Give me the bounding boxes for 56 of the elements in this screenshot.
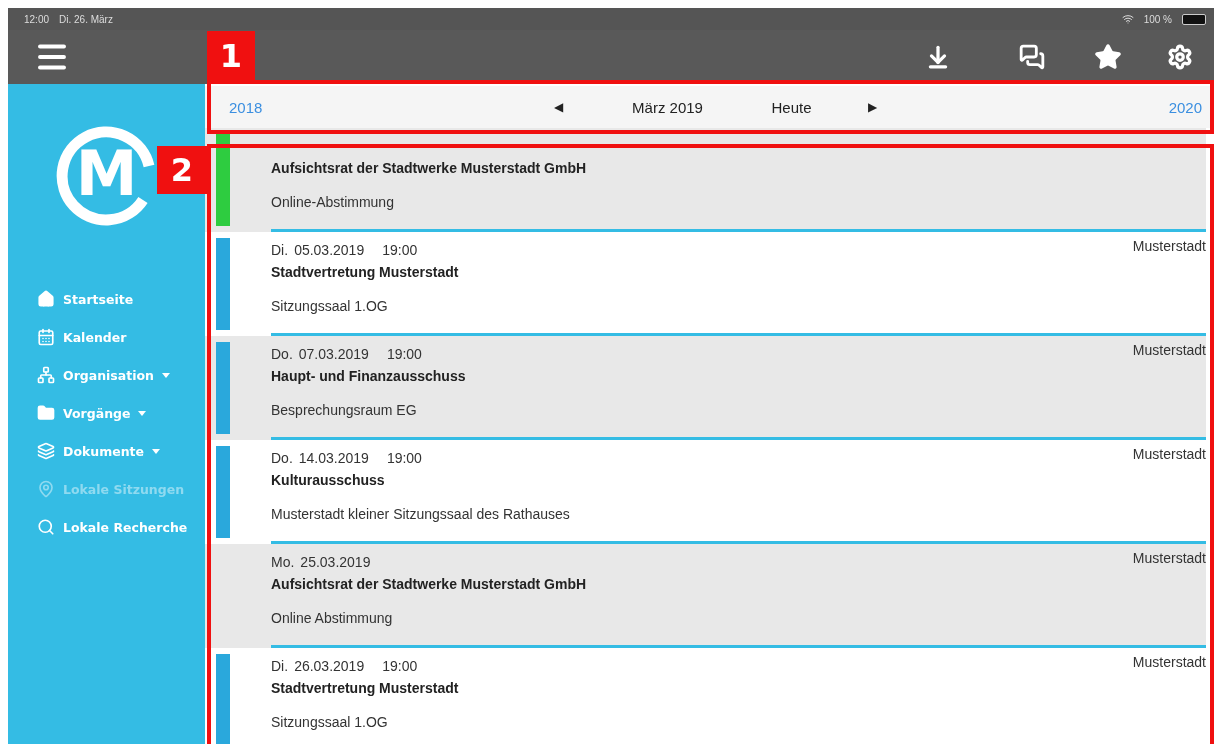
network-icon [37,366,55,384]
star-icon [1094,43,1122,71]
meeting-weekday: Do. [271,450,293,466]
meeting-row[interactable]: Aufsichtsrat der Stadtwerke Musterstadt GmbH Online-Abstimmung [205,128,1206,232]
meeting-time: 19:00 [382,658,418,674]
meeting-title: Stadtvertretung Musterstadt [271,680,460,696]
logo: M [54,122,159,226]
today-button[interactable]: Heute [767,96,816,118]
meeting-weekday: Di. [271,242,289,258]
layers-icon [37,442,55,460]
meeting-place: Musterstadt [1132,238,1206,254]
meeting-place: Musterstadt [1132,654,1206,670]
meeting-place: Musterstadt [1132,342,1206,358]
wifi-icon [1121,13,1134,25]
meeting-title: Aufsichtsrat der Stadtwerke Musterstadt GmbH [271,160,588,176]
meeting-date: 26.03.2019 [294,658,365,674]
meeting-location: Musterstadt kleiner Sitzungssaal des Rathauses [271,506,571,522]
meeting-date: 07.03.2019 [298,346,369,362]
meeting-date: 25.03.2019 [300,554,371,570]
meeting-weekday: Mo. [271,554,295,570]
meeting-location: Besprechungsraum EG [271,402,418,418]
meeting-time: 19:00 [386,450,422,466]
meeting-title: Kulturausschuss [271,472,386,488]
status-time: 12:00 [24,13,50,25]
status-date: Di. 26. März [59,13,113,25]
meeting-location: Sitzungssaal 1.OG [271,298,389,314]
search-icon [37,518,55,536]
battery-icon [1182,13,1206,25]
calendar-icon [37,328,55,346]
battery-level: 100 % [1143,13,1172,25]
meeting-location: Sitzungssaal 1.OG [271,714,389,730]
meeting-place: Musterstadt [1132,550,1206,566]
annotation-number: 2 [157,146,207,194]
meeting-weekday: Di. [271,658,289,674]
meeting-place: Musterstadt [1132,446,1206,462]
settings-icon [1167,44,1193,70]
meeting-weekday: Do. [271,346,293,362]
next-month-button[interactable]: ▶ [863,98,881,116]
meeting-row[interactable]: Mo. 25.03.2019 Aufsichtsrat der Stadtwerke Musterstadt GmbH Online Abstimmung Musterstadt [205,544,1206,648]
annotation-number: 1 [207,31,255,81]
meeting-time: 19:00 [382,242,418,258]
meeting-time: 19:00 [386,346,422,362]
month-label: März 2019 [631,98,704,116]
meeting-title: Haupt- und Finanzausschuss [271,368,467,384]
folder-icon [37,404,55,422]
map-pin-icon [37,480,55,498]
meeting-location: Online-Abstimmung [271,194,395,210]
meeting-date: 05.03.2019 [294,242,365,258]
chat-icon [1019,44,1045,70]
meeting-date: 14.03.2019 [298,450,369,466]
meeting-row[interactable]: Do. 07.03.2019 19:00 Haupt- und Finanzausschuss Besprechungsraum EG Musterstadt [205,336,1206,440]
previous-month-button[interactable]: ◀ [550,98,568,116]
meeting-title: Aufsichtsrat der Stadtwerke Musterstadt GmbH [271,576,588,592]
meeting-title: Stadtvertretung Musterstadt [271,264,460,280]
meeting-location: Online Abstimmung [271,610,394,626]
home-icon [37,290,55,308]
